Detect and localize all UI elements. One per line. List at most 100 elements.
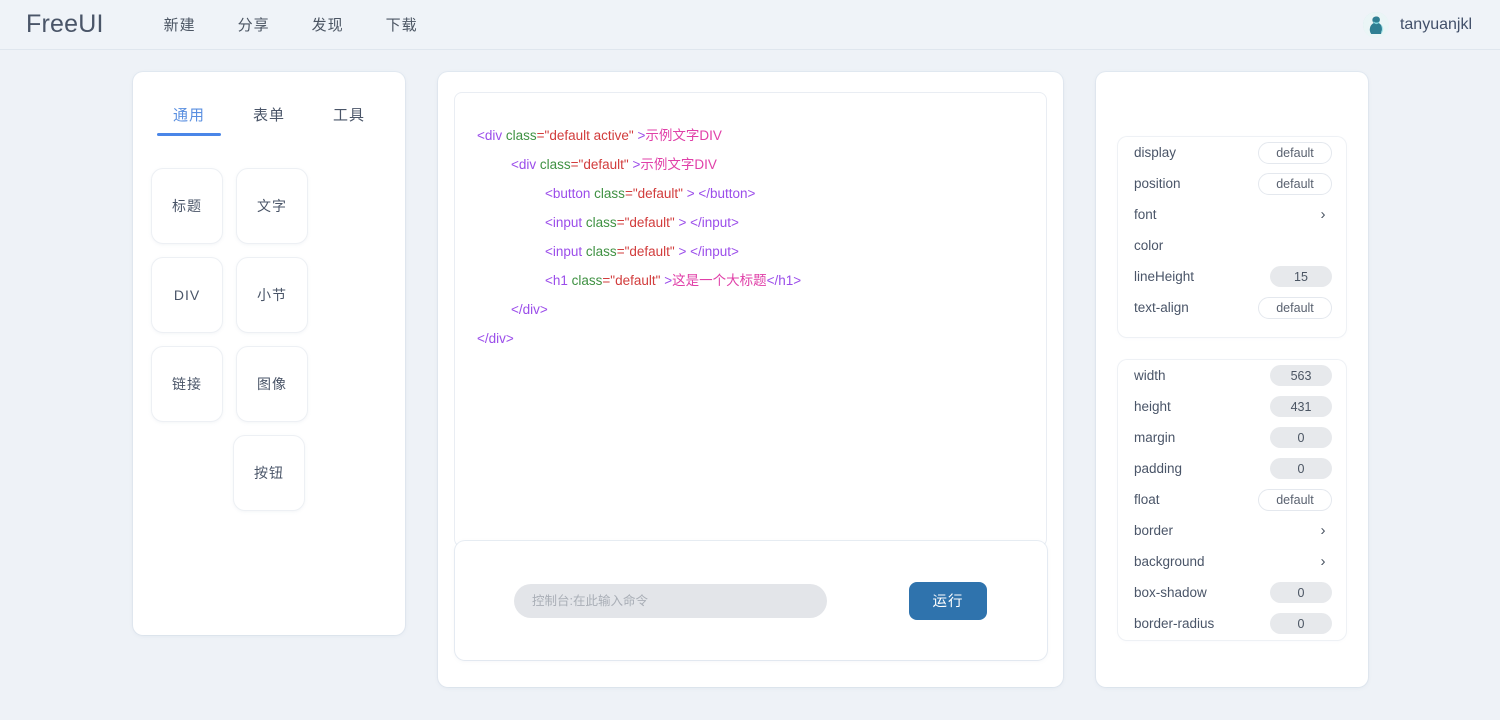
code-token-txt: 这是一个大标题 — [672, 273, 767, 288]
property-label-text-align: text-align — [1134, 300, 1189, 315]
app-header: FreeUI 新建 分享 发现 下载 tanyuanjkl — [0, 0, 1500, 50]
nav-item-share[interactable]: 分享 — [238, 14, 270, 35]
code-editor[interactable]: <div class="default active" >示例文字DIV <div… — [454, 92, 1047, 547]
code-line: <input class="default" > </input> — [477, 208, 1024, 237]
code-token-val: ="default" — [616, 215, 679, 230]
property-value-padding[interactable]: 0 — [1270, 458, 1332, 479]
chevron-right-icon[interactable]: › — [1318, 207, 1328, 222]
code-token-tag: > — [664, 273, 673, 288]
component-card-text[interactable]: 文字 — [236, 168, 308, 244]
property-label-position: position — [1134, 176, 1181, 191]
property-control-empty — [1331, 245, 1332, 246]
property-label-padding: padding — [1134, 461, 1183, 476]
tab-tools[interactable]: 工具 — [309, 104, 389, 136]
property-value-margin[interactable]: 0 — [1270, 427, 1332, 448]
property-row: border-radius 0 — [1118, 608, 1346, 639]
run-button[interactable]: 运行 — [909, 581, 987, 620]
user-menu[interactable]: tanyuanjkl — [1362, 0, 1472, 50]
nav-item-download[interactable]: 下载 — [386, 14, 418, 35]
property-select-float[interactable]: default — [1258, 488, 1332, 511]
property-label-font: font — [1134, 207, 1157, 222]
property-row: padding 0 — [1118, 453, 1346, 484]
code-token-tag: </div> — [477, 331, 514, 346]
code-line: </div> — [477, 324, 1024, 353]
property-row: text-align default — [1118, 292, 1346, 323]
property-select-text-align[interactable]: default — [1258, 296, 1332, 319]
property-value-lineheight[interactable]: 15 — [1270, 266, 1332, 287]
property-value-height[interactable]: 431 — [1270, 396, 1332, 417]
code-line: <div class="default" >示例文字DIV — [477, 150, 1024, 179]
property-row: lineHeight 15 — [1118, 261, 1346, 292]
library-tabs: 通用 表单 工具 — [133, 72, 405, 136]
property-value-box-shadow[interactable]: 0 — [1270, 582, 1332, 603]
code-token-tag: </h1> — [766, 273, 802, 288]
tab-general[interactable]: 通用 — [149, 104, 229, 136]
property-row: position default — [1118, 168, 1346, 199]
console-panel: 运行 — [455, 541, 1047, 660]
code-token-txt: 示例文字DIV — [645, 128, 722, 143]
code-token-val: ="default" — [570, 157, 633, 172]
code-token-tag: <button — [545, 186, 595, 201]
property-row: float default — [1118, 484, 1346, 515]
property-label-lineheight: lineHeight — [1134, 269, 1195, 284]
code-token-attr: class — [539, 157, 571, 172]
code-token-tag: </div> — [511, 302, 548, 317]
chevron-right-icon[interactable]: › — [1318, 523, 1328, 538]
property-row: display default — [1118, 137, 1346, 168]
property-label-background: background — [1134, 554, 1205, 569]
code-token-tag: <input — [545, 215, 586, 230]
property-label-display: display — [1134, 145, 1177, 160]
property-group-box: width 563 height 431 margin 0 padding 0 float def… — [1118, 360, 1346, 640]
component-card-button[interactable]: 按钮 — [233, 435, 305, 511]
property-label-height: height — [1134, 399, 1171, 414]
component-card-section[interactable]: 小节 — [236, 257, 308, 333]
code-line: <div class="default active" >示例文字DIV — [477, 121, 1024, 150]
workspace: 通用 表单 工具 标题 文字 DIV 小节 链接 图像 按钮 <div clas… — [0, 50, 1500, 720]
tab-form[interactable]: 表单 — [229, 104, 309, 136]
component-grid: 标题 文字 DIV 小节 链接 图像 按钮 — [133, 136, 405, 511]
code-token-tag: > </input> — [678, 215, 739, 230]
property-select-position[interactable]: default — [1258, 172, 1332, 195]
component-library-panel: 通用 表单 工具 标题 文字 DIV 小节 链接 图像 按钮 — [133, 72, 405, 635]
nav-item-discover[interactable]: 发现 — [312, 14, 344, 35]
component-card-image[interactable]: 图像 — [236, 346, 308, 422]
code-token-txt: 示例文字DIV — [640, 157, 717, 172]
component-card-link[interactable]: 链接 — [151, 346, 223, 422]
code-token-attr: class — [505, 128, 537, 143]
component-card-div[interactable]: DIV — [151, 257, 223, 333]
code-token-val: ="default" — [602, 273, 665, 288]
property-label-box-shadow: box-shadow — [1134, 585, 1207, 600]
property-row: width 563 — [1118, 360, 1346, 391]
property-label-float: float — [1134, 492, 1160, 507]
property-label-border: border — [1134, 523, 1174, 538]
property-select-display[interactable]: default — [1258, 141, 1332, 164]
component-row-last: 按钮 — [151, 435, 387, 511]
code-token-val: ="default active" — [536, 128, 638, 143]
property-row: box-shadow 0 — [1118, 577, 1346, 608]
user-name: tanyuanjkl — [1399, 16, 1472, 33]
nav-item-new[interactable]: 新建 — [164, 14, 196, 35]
code-token-attr: class — [585, 215, 617, 230]
code-token-attr: class — [571, 273, 603, 288]
component-card-heading[interactable]: 标题 — [151, 168, 223, 244]
chevron-right-icon[interactable]: › — [1318, 554, 1328, 569]
app-logo[interactable]: FreeUI — [26, 10, 104, 39]
avatar-person-icon — [1362, 12, 1389, 38]
properties-panel: display default position default font › color l… — [1096, 72, 1368, 687]
property-row: font › — [1118, 199, 1346, 230]
code-token-tag: > </input> — [678, 244, 739, 259]
code-token-tag: > </button> — [686, 186, 756, 201]
code-line: <input class="default" > </input> — [477, 237, 1024, 266]
property-row: height 431 — [1118, 391, 1346, 422]
code-line: <h1 class="default" >这是一个大标题</h1> — [477, 266, 1024, 295]
code-token-val: ="default" — [616, 244, 679, 259]
code-token-attr: class — [594, 186, 625, 201]
code-token-tag: <input — [545, 244, 586, 259]
property-value-border-radius[interactable]: 0 — [1270, 613, 1332, 634]
property-label-color: color — [1134, 238, 1164, 253]
property-value-width[interactable]: 563 — [1270, 365, 1332, 386]
code-line: </div> — [477, 295, 1024, 324]
console-input[interactable] — [514, 583, 827, 618]
code-token-tag: <h1 — [545, 273, 572, 288]
property-label-border-radius: border-radius — [1134, 616, 1215, 631]
